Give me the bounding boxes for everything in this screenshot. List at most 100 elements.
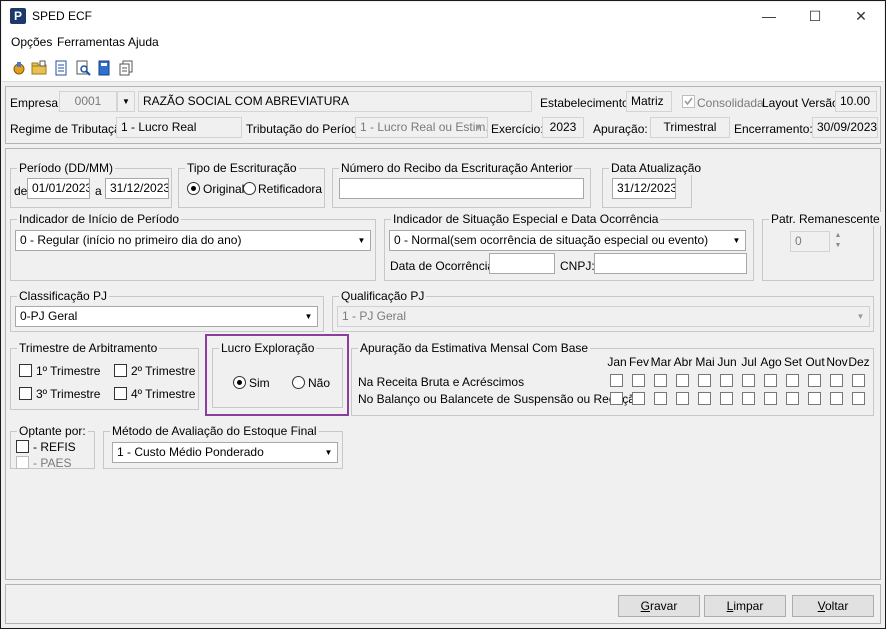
month-checkbox[interactable] <box>654 374 667 387</box>
paes-label: - PAES <box>33 456 72 470</box>
month-checkbox[interactable] <box>632 392 645 405</box>
lucro-sim-label: Sim <box>249 376 270 390</box>
month-checkbox[interactable] <box>720 374 733 387</box>
title-bar: P SPED ECF — ☐ ✕ <box>2 2 884 30</box>
lucro-sim-radio[interactable] <box>233 376 246 389</box>
search-document-icon[interactable] <box>75 60 91 76</box>
tributacao-select[interactable]: 1 - Lucro Real ou Estim. ▼ <box>355 117 488 138</box>
tools-icon[interactable] <box>11 60 27 76</box>
metodo-estoque-group: Método de Avaliação do Estoque Final 1 -… <box>103 424 343 469</box>
month-checkbox[interactable] <box>676 392 689 405</box>
book-icon[interactable] <box>96 60 112 76</box>
empresa-dropdown-button[interactable]: ▼ <box>117 91 135 112</box>
encerramento-label: Encerramento: <box>734 122 813 136</box>
periodo-de-label: de <box>14 184 28 198</box>
month-checkbox[interactable] <box>830 374 843 387</box>
tributacao-label: Tributação do Período: <box>246 122 368 136</box>
original-radio[interactable] <box>187 182 200 195</box>
month-checkbox[interactable] <box>698 392 711 405</box>
cnpj-input[interactable] <box>594 253 747 274</box>
month-checkbox[interactable] <box>764 392 777 405</box>
month-checkbox[interactable] <box>742 392 755 405</box>
menu-ajuda[interactable]: Ajuda <box>128 35 159 49</box>
retificadora-label: Retificadora <box>258 182 323 196</box>
month-checkbox[interactable] <box>742 374 755 387</box>
classificacao-select[interactable]: 0-PJ Geral ▼ <box>15 306 318 327</box>
apuracao-field: Trimestral <box>650 117 730 138</box>
refis-checkbox[interactable] <box>16 440 29 453</box>
data-atualizacao-group: Data Atualização 31/12/2023 <box>602 161 704 208</box>
periodo-end-input[interactable]: 31/12/2023 <box>105 178 169 199</box>
month-label: Jul <box>741 355 757 369</box>
data-atualizacao-title: Data Atualização <box>609 161 704 175</box>
month-checkbox[interactable] <box>786 374 799 387</box>
tipo-escrituracao-title: Tipo de Escrituração <box>185 161 299 175</box>
month-checkbox[interactable] <box>852 392 865 405</box>
receita-bruta-label: Na Receita Bruta e Acréscimos <box>358 375 525 389</box>
month-label: Fev <box>628 355 649 369</box>
trimestre-2-checkbox[interactable] <box>114 364 127 377</box>
menu-ferramentas[interactable]: Ferramentas <box>57 35 125 49</box>
month-checkbox[interactable] <box>632 374 645 387</box>
limpar-button[interactable]: Limpar <box>704 595 786 617</box>
trimestre-1-checkbox[interactable] <box>19 364 32 377</box>
apuracao-estimativa-title: Apuração da Estimativa Mensal Com Base <box>358 341 591 355</box>
window-title: SPED ECF <box>32 9 93 23</box>
indicador-inicio-title: Indicador de Início de Período <box>17 212 182 226</box>
trimestre-4-checkbox[interactable] <box>114 387 127 400</box>
recibo-title: Número do Recibo da Escrituração Anterio… <box>339 161 575 175</box>
minimize-button[interactable]: — <box>754 6 784 26</box>
month-checkbox[interactable] <box>720 392 733 405</box>
month-checkbox[interactable] <box>676 374 689 387</box>
folder-icon[interactable] <box>31 60 47 76</box>
month-checkbox[interactable] <box>698 374 711 387</box>
indicador-situacao-select[interactable]: 0 - Normal(sem ocorrência de situação es… <box>389 230 746 251</box>
trimestre-4-label: 4º Trimestre <box>131 387 196 401</box>
recibo-input[interactable] <box>339 178 584 199</box>
document-icon[interactable] <box>53 60 69 76</box>
patr-remanescente-spinner[interactable]: ▲ ▼ <box>831 231 845 252</box>
tipo-escrituracao-group: Tipo de Escrituração Original Retificado… <box>178 161 325 208</box>
patr-remanescente-input[interactable]: 0 <box>790 231 830 252</box>
lucro-nao-radio[interactable] <box>292 376 305 389</box>
trimestre-2-label: 2º Trimestre <box>131 364 196 378</box>
paes-checkbox[interactable] <box>16 456 29 469</box>
trimestre-1-label: 1º Trimestre <box>36 364 101 378</box>
consolidada-label: Consolidada <box>697 96 764 110</box>
month-checkbox[interactable] <box>764 374 777 387</box>
encerramento-field: 30/09/2023 <box>812 117 878 138</box>
data-atualizacao-input[interactable]: 31/12/2023 <box>612 178 676 199</box>
qualificacao-select[interactable]: 1 - PJ Geral ▼ <box>337 306 870 327</box>
month-checkbox[interactable] <box>830 392 843 405</box>
trimestre-3-label: 3º Trimestre <box>36 387 101 401</box>
gravar-button[interactable]: Gravar <box>618 595 700 617</box>
metodo-estoque-select[interactable]: 1 - Custo Médio Ponderado ▼ <box>112 442 338 463</box>
patr-remanescente-group: Patr. Remanescente 0 ▲ ▼ <box>762 212 882 281</box>
month-label: Ago <box>760 355 782 369</box>
lucro-exploracao-group: Lucro Exploração Sim Não <box>212 341 343 408</box>
month-checkbox[interactable] <box>786 392 799 405</box>
month-label: Mai <box>695 355 715 369</box>
periodo-a-label: a <box>95 184 102 198</box>
month-checkbox[interactable] <box>852 374 865 387</box>
empresa-code-field[interactable]: 0001 <box>59 91 117 112</box>
menu-opcoes[interactable]: Opções <box>11 35 52 49</box>
month-checkbox[interactable] <box>610 374 623 387</box>
consolidada-checkbox[interactable] <box>682 95 695 108</box>
retificadora-radio[interactable] <box>243 182 256 195</box>
data-ocorrencia-input[interactable] <box>489 253 555 274</box>
estabelecimento-field: Matriz <box>626 91 672 112</box>
month-checkbox[interactable] <box>808 392 821 405</box>
voltar-button[interactable]: Voltar <box>792 595 874 617</box>
month-checkbox[interactable] <box>610 392 623 405</box>
optante-group: Optante por: - REFIS - PAES <box>10 424 95 470</box>
trimestre-3-checkbox[interactable] <box>19 387 32 400</box>
indicador-inicio-select[interactable]: 0 - Regular (início no primeiro dia do a… <box>15 230 371 251</box>
month-checkbox[interactable] <box>654 392 667 405</box>
month-checkbox[interactable] <box>808 374 821 387</box>
periodo-start-input[interactable]: 01/01/2023 <box>27 178 90 199</box>
maximize-button[interactable]: ☐ <box>800 6 830 26</box>
metodo-estoque-title: Método de Avaliação do Estoque Final <box>110 424 319 438</box>
copy-icon[interactable] <box>118 60 134 76</box>
close-button[interactable]: ✕ <box>846 6 876 26</box>
